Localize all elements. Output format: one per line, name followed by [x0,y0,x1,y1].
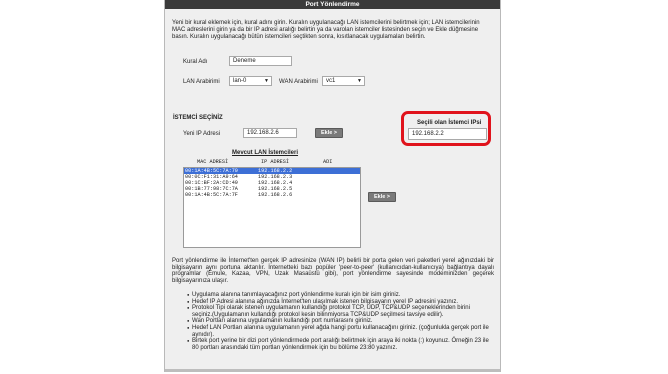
window-title: Port Yönlendirme [165,0,500,9]
client-ip: 192.168.2.6 [258,192,293,198]
lan-interface-label: LAN Arabirimi [183,79,220,85]
wan-interface-select[interactable]: vc1 ▼ [322,76,365,86]
rule-name-input[interactable]: Deneme [229,56,292,66]
list-item: Hedef IP Adresi alanına ağınızda İnterne… [187,299,489,306]
list-item: Wan Portları alanına uygulamanın kulland… [187,318,489,325]
list-item[interactable]: 00:1A:4B:5C:7A:7F 192.168.2.6 [184,192,360,198]
help-paragraph: Port yönlendirme ile İnternet'ten gerçek… [172,258,494,284]
list-item: Hedef LAN Portları alanına uygulamanın y… [187,325,489,338]
lan-interface-value: lan-0 [233,78,247,84]
list-item: Birtek port yerine bir dizi port yönlend… [187,338,489,351]
column-mac: MAC ADRESİ [197,159,229,165]
port-forwarding-panel: Port Yönlendirme Yeni bir kural eklemek … [164,0,501,372]
help-bullets: Uygulama alanına tanımlayacağınız port y… [187,292,489,351]
rule-name-label: Kural Adı [183,59,208,65]
lan-interface-select[interactable]: lan-0 ▼ [229,76,272,86]
list-item: Protokol Tipi olarak istenen uygulamanın… [187,305,489,318]
client-section-title: İSTEMCİ SEÇİNİZ [173,115,223,121]
intro-text: Yeni bir kural eklemek için, kural adını… [172,20,480,41]
new-ip-input[interactable]: 192.168.2.6 [243,128,297,138]
lan-clients-listbox[interactable]: 00:1A:4B:5C:7A:70 192.168.2.2 00:0C:F1:31… [183,167,361,248]
column-name: ADI [323,159,333,165]
list-item: Uygulama alanına tanımlayacağınız port y… [187,292,489,299]
wan-interface-label: WAN Arabirimi [279,79,318,85]
lan-clients-header: MAC ADRESİ IP ADRESİ ADI [183,159,361,165]
column-ip: IP ADRESİ [261,159,290,165]
client-mac: 00:1A:4B:5C:7A:7F [185,192,238,198]
add-ip-button[interactable]: Ekle > [315,128,343,138]
lan-clients-title: Mevcut LAN İstemcileri [232,150,299,156]
add-client-button[interactable]: Ekle > [368,192,396,202]
wan-interface-value: vc1 [326,78,336,84]
chevron-down-icon: ▼ [264,78,269,84]
new-ip-label: Yeni IP Adresi [183,131,221,137]
chevron-down-icon: ▼ [357,78,362,84]
selected-client-highlight [401,111,491,146]
bottom-bar [165,369,500,372]
